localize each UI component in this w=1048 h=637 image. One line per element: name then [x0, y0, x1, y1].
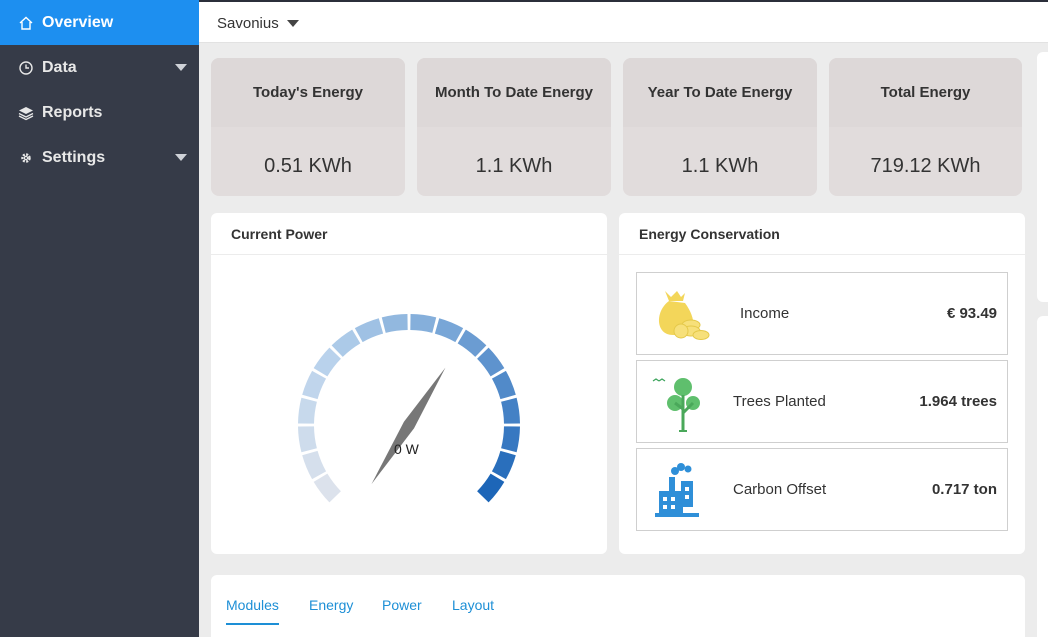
- factory-icon: [655, 463, 699, 517]
- offscreen-panel: [1037, 316, 1048, 637]
- gauge-segment: [457, 329, 487, 357]
- chevron-down-icon: [286, 20, 299, 27]
- income-box: Income € 93.49: [636, 272, 1008, 355]
- tab-modules[interactable]: Modules: [226, 597, 279, 625]
- gear-icon: [18, 150, 34, 166]
- stat-title: Year To Date Energy: [623, 58, 817, 127]
- layers-icon: [18, 105, 34, 121]
- home-icon: [18, 15, 34, 31]
- site-selector[interactable]: Savonius: [217, 15, 299, 32]
- gauge-segment: [354, 318, 384, 343]
- gauge-segment: [313, 473, 341, 503]
- sidebar-item-reports[interactable]: Reports: [0, 90, 199, 135]
- gauge-segment: [410, 314, 437, 333]
- stat-card-year: Year To Date Energy 1.1 KWh: [623, 58, 817, 196]
- stat-title: Month To Date Energy: [417, 58, 611, 127]
- stat-value: 1.1 KWh: [475, 155, 553, 177]
- ec-value: 0.717 ton: [931, 481, 997, 498]
- sidebar-item-settings[interactable]: Settings: [0, 135, 199, 180]
- power-gauge: [298, 314, 520, 503]
- sidebar-item-label: Overview: [42, 13, 114, 31]
- energy-conservation-panel: Energy Conservation Income € 93.49 Trees…: [619, 213, 1025, 554]
- gauge-needle: [371, 367, 446, 485]
- money-bag-icon: [658, 291, 710, 340]
- clock-icon: [18, 60, 34, 76]
- site-selector-label: Savonius: [217, 15, 279, 32]
- top-bar: Savonius: [199, 0, 1048, 43]
- tab-power[interactable]: Power: [382, 597, 422, 613]
- stat-card-month: Month To Date Energy 1.1 KWh: [417, 58, 611, 196]
- tree-icon: [652, 378, 700, 432]
- stat-card-today: Today's Energy 0.51 KWh: [211, 58, 405, 196]
- gauge-segment: [302, 450, 327, 480]
- ec-value: € 93.49: [946, 305, 997, 322]
- gauge-readout: 0 W: [394, 441, 419, 457]
- panel-title: Current Power: [211, 213, 607, 255]
- stat-card-total: Total Energy 719.12 KWh: [829, 58, 1022, 196]
- ec-label: Carbon Offset: [733, 481, 827, 498]
- stat-title: Today's Energy: [211, 58, 405, 127]
- gauge-segment: [302, 370, 327, 400]
- ec-label: Income: [740, 305, 790, 322]
- current-power-panel: Current Power 0 W: [211, 213, 607, 554]
- gauge-segment: [298, 397, 317, 424]
- tab-layout[interactable]: Layout: [452, 597, 494, 613]
- gauge-segment: [298, 426, 317, 453]
- gauge-segment: [331, 329, 361, 357]
- gauge-segment: [491, 450, 516, 480]
- sidebar-item-label: Settings: [42, 148, 106, 166]
- stat-title: Total Energy: [829, 58, 1022, 127]
- stat-value: 719.12 KWh: [870, 155, 981, 177]
- tab-energy[interactable]: Energy: [309, 597, 353, 613]
- offscreen-panel: [1037, 52, 1048, 302]
- chevron-down-icon: [175, 154, 187, 161]
- gauge-segment: [434, 318, 464, 343]
- sidebar-item-overview[interactable]: Overview: [0, 0, 199, 45]
- sidebar: Overview Data Reports Settings: [0, 0, 199, 637]
- gauge-segment: [501, 426, 520, 453]
- stat-value: 0.51 KWh: [264, 155, 352, 177]
- gauge-segment: [491, 370, 516, 400]
- gauge-segment: [501, 397, 520, 424]
- ec-label: Trees Planted: [733, 393, 826, 410]
- carbon-offset-box: Carbon Offset 0.717 ton: [636, 448, 1008, 531]
- panel-title: Energy Conservation: [619, 213, 1025, 255]
- sidebar-item-label: Reports: [42, 103, 103, 121]
- gauge-segment: [477, 473, 505, 503]
- tabs-panel: Modules Energy Power Layout: [211, 575, 1025, 637]
- trees-planted-box: Trees Planted 1.964 trees: [636, 360, 1008, 443]
- stat-value: 1.1 KWh: [681, 155, 759, 177]
- sidebar-item-data[interactable]: Data: [0, 45, 199, 90]
- gauge-segment: [477, 347, 505, 377]
- gauge-segment: [313, 347, 341, 377]
- ec-value: 1.964 trees: [919, 393, 997, 410]
- gauge-segment: [381, 314, 408, 333]
- chevron-down-icon: [175, 64, 187, 71]
- sidebar-item-label: Data: [42, 58, 77, 76]
